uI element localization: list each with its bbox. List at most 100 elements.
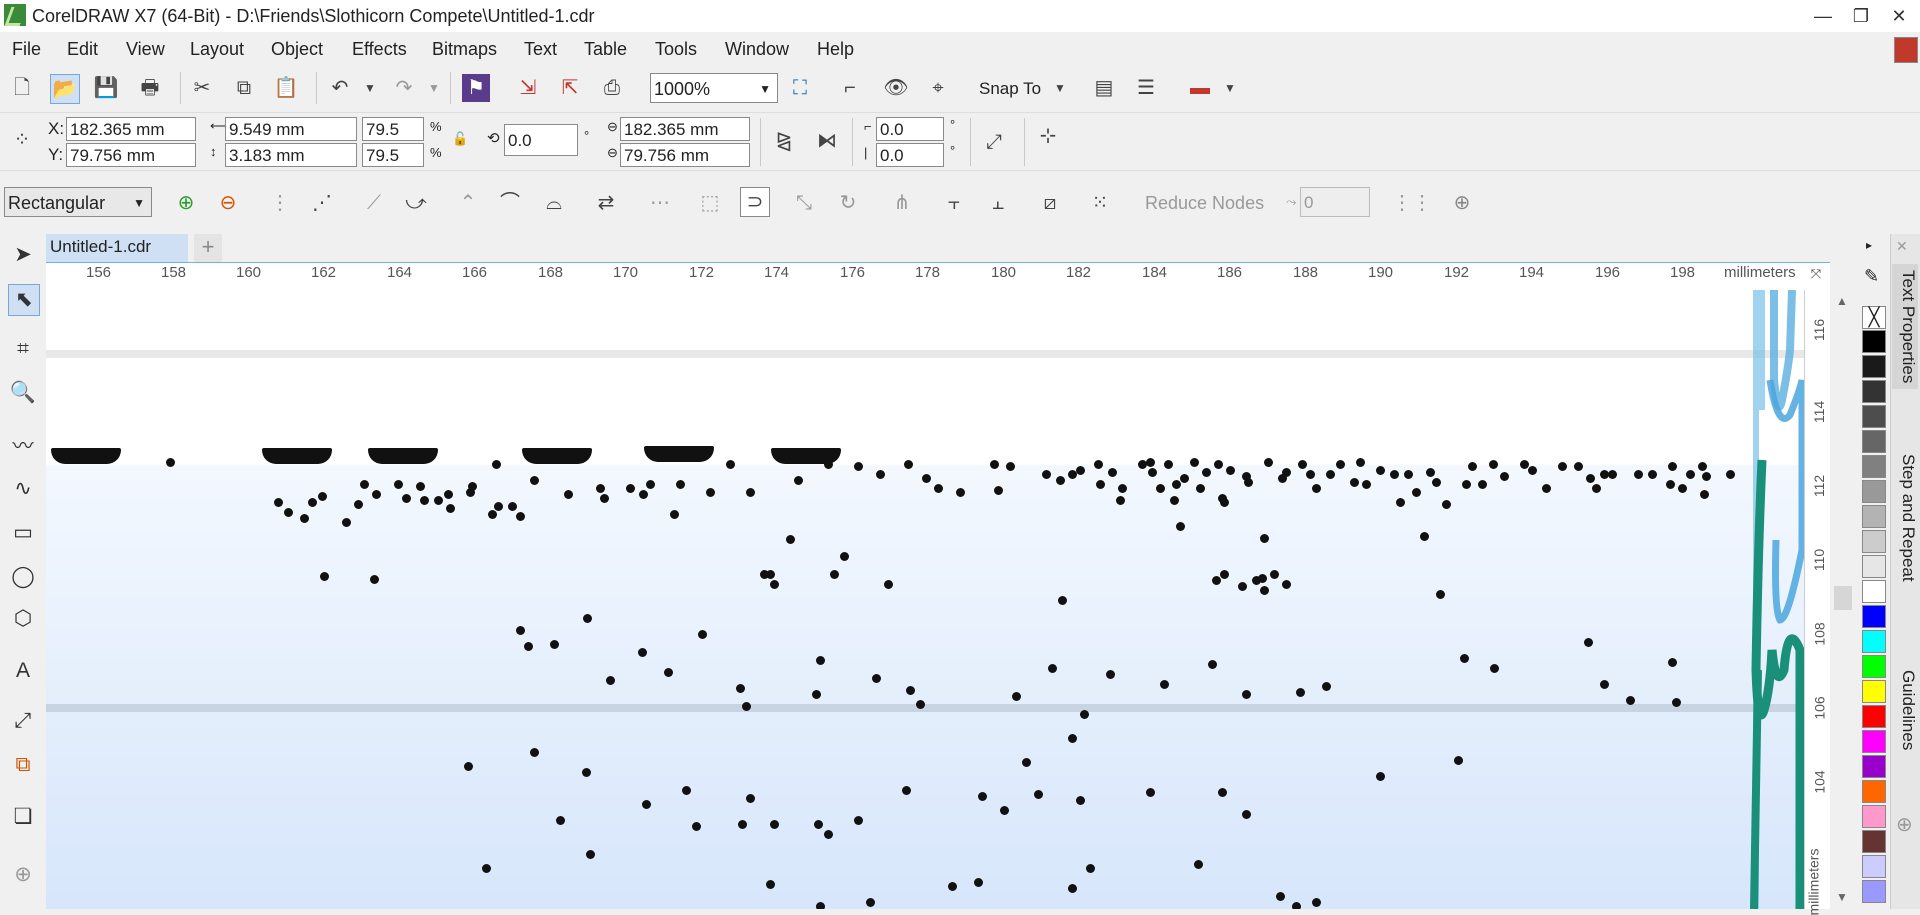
dot-shape[interactable]	[1190, 458, 1199, 467]
ruler-origin-icon[interactable]: ⤧	[1806, 264, 1826, 284]
copy-icon[interactable]: ⧉	[230, 74, 258, 102]
dot-shape[interactable]	[1668, 462, 1677, 471]
color-swatch[interactable]	[1862, 455, 1886, 478]
dot-shape[interactable]	[1356, 458, 1365, 467]
dot-shape[interactable]	[824, 460, 833, 469]
skew-horizontal-input[interactable]: 0.0	[876, 117, 944, 141]
reflect-horizontal-icon[interactable]: ⫟	[940, 189, 968, 217]
dot-shape[interactable]	[1258, 574, 1267, 583]
dot-shape[interactable]	[1648, 470, 1657, 479]
add-document-tab-button[interactable]: +	[194, 234, 222, 262]
dot-shape[interactable]	[872, 674, 881, 683]
dot-shape[interactable]	[1306, 470, 1315, 479]
dot-shape[interactable]	[1214, 460, 1223, 469]
user-avatar[interactable]	[1894, 37, 1918, 63]
dot-shape[interactable]	[1220, 570, 1229, 579]
dot-shape[interactable]	[1592, 484, 1601, 493]
dot-shape[interactable]	[1298, 460, 1307, 469]
rotation-center-y-input[interactable]: 79.756 mm	[620, 143, 750, 167]
to-curve-icon[interactable]: ⤻	[402, 189, 430, 217]
color-swatch[interactable]	[1862, 755, 1886, 778]
scale-x-input[interactable]: 79.5	[362, 117, 424, 141]
dot-shape[interactable]	[736, 684, 745, 693]
dot-shape[interactable]	[814, 820, 823, 829]
color-swatch[interactable]	[1862, 655, 1886, 678]
symmetrical-node-icon[interactable]: ⌓	[540, 189, 568, 217]
zoom-tool-icon[interactable]: 🔍	[8, 378, 38, 408]
dot-cluster[interactable]	[368, 448, 438, 464]
dot-shape[interactable]	[1312, 484, 1321, 493]
dot-shape[interactable]	[1500, 472, 1509, 481]
dot-shape[interactable]	[1282, 468, 1291, 477]
object-width-input[interactable]: 9.549 mm	[225, 117, 357, 141]
docker-tab-text-properties[interactable]: Text Properties	[1892, 264, 1918, 390]
dot-shape[interactable]	[416, 482, 425, 491]
freehand-tool-icon[interactable]: 〰	[8, 432, 38, 462]
dot-shape[interactable]	[1108, 468, 1117, 477]
dot-shape[interactable]	[642, 800, 651, 809]
palette-scroll-up-icon[interactable]: ▸	[1866, 238, 1872, 252]
dot-shape[interactable]	[1296, 688, 1305, 697]
dot-shape[interactable]	[1584, 638, 1593, 647]
crop-tool-icon[interactable]: ⌗	[8, 334, 38, 364]
dot-shape[interactable]	[320, 572, 329, 581]
rotation-angle-input[interactable]: 0.0	[504, 124, 578, 156]
elastic-mode-icon[interactable]: ⧄	[1036, 189, 1064, 217]
menu-table[interactable]: Table	[584, 39, 627, 60]
dot-shape[interactable]	[1012, 692, 1021, 701]
dot-shape[interactable]	[564, 490, 573, 499]
dot-shape[interactable]	[274, 498, 283, 507]
dot-shape[interactable]	[508, 502, 517, 511]
dot-shape[interactable]	[596, 484, 605, 493]
show-guidelines-icon[interactable]: ⌖	[924, 74, 952, 102]
color-swatch[interactable]	[1862, 580, 1886, 603]
dot-shape[interactable]	[812, 690, 821, 699]
dot-shape[interactable]	[726, 460, 735, 469]
dot-shape[interactable]	[906, 686, 915, 695]
dot-shape[interactable]	[1260, 586, 1269, 595]
dot-shape[interactable]	[1076, 796, 1085, 805]
dot-shape[interactable]	[1460, 654, 1469, 663]
dot-shape[interactable]	[1390, 470, 1399, 479]
dot-shape[interactable]	[1196, 484, 1205, 493]
dot-shape[interactable]	[934, 484, 943, 493]
quick-customize-icon[interactable]: ⊕	[1448, 189, 1476, 217]
scale-y-input[interactable]: 79.5	[362, 143, 424, 167]
dot-shape[interactable]	[742, 702, 751, 711]
menu-object[interactable]: Object	[271, 39, 323, 60]
reverse-direction-icon[interactable]: ⇄	[592, 189, 620, 217]
dot-shape[interactable]	[516, 512, 525, 521]
dot-shape[interactable]	[1146, 788, 1155, 797]
dot-shape[interactable]	[664, 668, 673, 677]
dot-shape[interactable]	[1292, 902, 1301, 909]
dot-shape[interactable]	[646, 480, 655, 489]
menu-bitmaps[interactable]: Bitmaps	[432, 39, 497, 60]
dot-shape[interactable]	[922, 474, 931, 483]
add-docker-icon[interactable]: ⊕	[1896, 812, 1913, 837]
snap-to-dropdown-icon[interactable]: ▼	[1046, 74, 1074, 102]
dot-shape[interactable]	[1432, 478, 1441, 487]
y-position-input[interactable]: 79.756 mm	[66, 143, 196, 167]
dot-shape[interactable]	[1666, 480, 1675, 489]
object-height-input[interactable]: 3.183 mm	[225, 143, 357, 167]
reduce-nodes-button[interactable]: Reduce Nodes	[1145, 193, 1264, 214]
dot-shape[interactable]	[990, 460, 999, 469]
dot-shape[interactable]	[1086, 864, 1095, 873]
dot-shape[interactable]	[738, 820, 747, 829]
eyedropper-icon[interactable]: ✎	[1864, 266, 1879, 287]
dot-shape[interactable]	[1208, 660, 1217, 669]
dot-shape[interactable]	[1000, 806, 1009, 815]
color-swatch[interactable]	[1862, 380, 1886, 403]
menu-text[interactable]: Text	[524, 39, 557, 60]
dot-shape[interactable]	[1702, 472, 1711, 481]
dot-shape[interactable]	[300, 514, 309, 523]
color-swatch[interactable]	[1862, 830, 1886, 853]
dot-shape[interactable]	[626, 484, 635, 493]
dot-shape[interactable]	[1600, 680, 1609, 689]
menu-view[interactable]: View	[126, 39, 165, 60]
dot-shape[interactable]	[524, 642, 533, 651]
dot-shape[interactable]	[1238, 582, 1247, 591]
dot-shape[interactable]	[1156, 484, 1165, 493]
dot-shape[interactable]	[556, 816, 565, 825]
color-swatch[interactable]	[1862, 730, 1886, 753]
